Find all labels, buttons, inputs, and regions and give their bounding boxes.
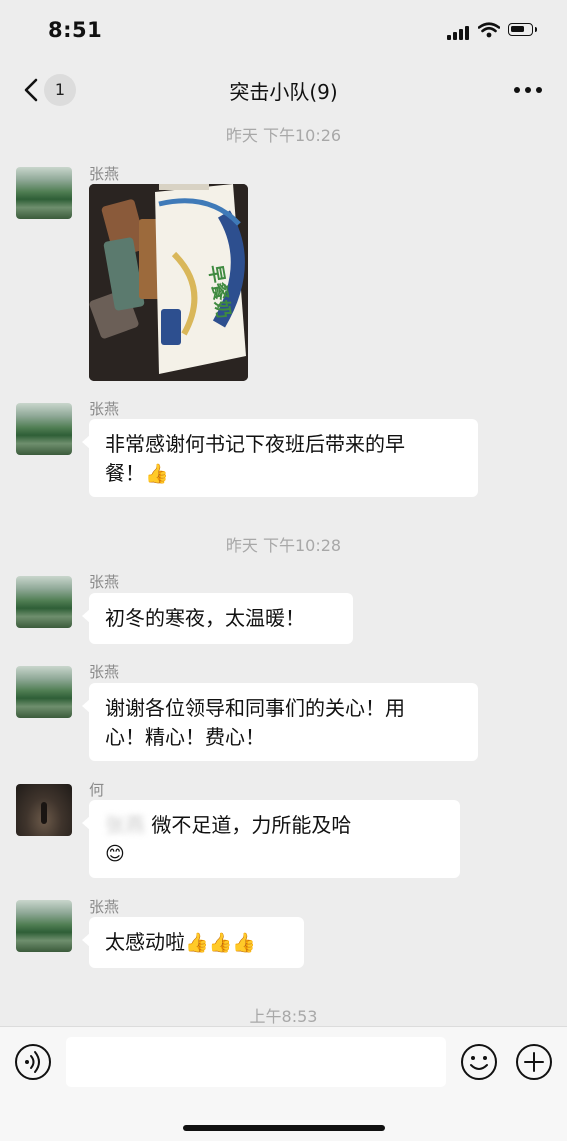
plus-icon[interactable] — [515, 1043, 553, 1081]
avatar[interactable] — [16, 167, 72, 219]
avatar[interactable] — [16, 403, 72, 455]
chat-image[interactable]: 早餐奶 — [89, 184, 248, 381]
avatar[interactable] — [16, 576, 72, 628]
message-timestamp: 上午8:53 — [249, 1007, 318, 1026]
sender-name: 张燕 — [89, 898, 120, 916]
message-text: 谢谢各位领导和同事们的关心！用 — [105, 696, 405, 720]
message-input[interactable] — [66, 1037, 446, 1087]
avatar[interactable] — [16, 784, 72, 836]
message-text: 初冬的寒夜，太温暖！ — [105, 606, 305, 630]
thumbs-up-icon: 👍 — [145, 463, 169, 485]
status-time: 8:51 — [48, 18, 103, 42]
more-options-icon[interactable] — [514, 87, 544, 95]
input-bar — [0, 1026, 567, 1141]
message-text: 心！精心！费心！ — [105, 725, 265, 749]
thumbs-up-icon: 👍👍👍 — [185, 932, 256, 954]
message-text: 微不足道，力所能及哈 — [151, 813, 352, 837]
wifi-icon — [478, 22, 500, 38]
message-bubble[interactable]: 初冬的寒夜，太温暖！ — [82, 593, 353, 644]
chat-header: 1 突击小队(9) — [0, 62, 567, 118]
status-bar: 8:51 — [0, 0, 567, 62]
message-bubble[interactable]: 谢谢各位领导和同事们的关心！用 心！精心！费心！ — [82, 683, 478, 761]
message-bubble[interactable]: 非常感谢何书记下夜班后带来的早 餐！👍 — [82, 419, 478, 497]
smiley-icon[interactable] — [460, 1043, 498, 1081]
blurred-text: 张燕 — [105, 813, 145, 837]
message-text: 餐！ — [105, 461, 145, 485]
sender-name: 张燕 — [89, 400, 120, 418]
message-timestamp: 昨天 下午10:28 — [225, 536, 342, 555]
message-text: 太感动啦 — [105, 930, 185, 954]
signal-icon — [447, 26, 471, 40]
battery-icon — [508, 23, 537, 36]
avatar[interactable] — [16, 666, 72, 718]
smile-emoji-icon: 😊 — [105, 843, 125, 865]
sender-name: 何 — [89, 781, 105, 799]
message-bubble[interactable]: 张燕 微不足道，力所能及哈 😊 — [82, 800, 460, 878]
sender-name: 张燕 — [89, 663, 120, 681]
sender-name: 张燕 — [89, 573, 120, 591]
message-bubble[interactable]: 太感动啦👍👍👍 — [82, 917, 304, 968]
message-text: 非常感谢何书记下夜班后带来的早 — [105, 432, 405, 456]
breakfast-photo: 早餐奶 — [89, 184, 248, 381]
avatar[interactable] — [16, 900, 72, 952]
chat-title: 突击小队(9) — [229, 80, 338, 104]
home-indicator — [183, 1125, 385, 1131]
message-timestamp: 昨天 下午10:26 — [225, 126, 342, 145]
voice-icon[interactable] — [14, 1043, 52, 1081]
sender-name: 张燕 — [89, 165, 120, 183]
